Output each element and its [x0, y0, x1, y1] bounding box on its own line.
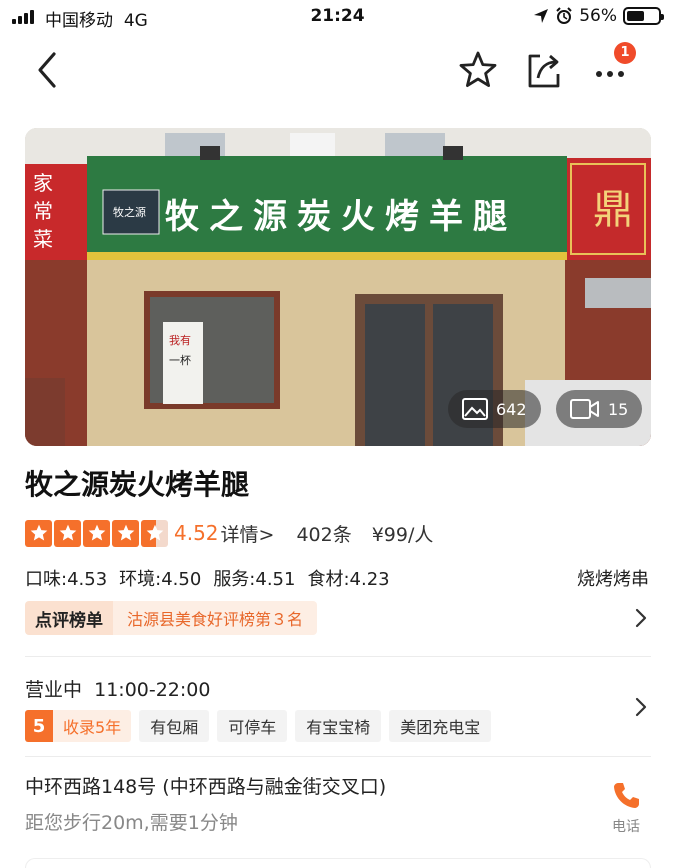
open-time: 11:00-22:00: [94, 679, 211, 701]
sub-scores: 口味:4.53 环境:4.50 服务:4.51 食材:4.23: [25, 565, 402, 591]
svg-text:菜: 菜: [33, 227, 53, 251]
star-filled-icon: [54, 519, 81, 547]
divider: [25, 756, 651, 757]
star-half-icon: [141, 519, 168, 547]
battery-icon: [623, 7, 664, 25]
facility-tags: 5 收录5年 有包厢 可停车 有宝宝椅 美团充电宝: [25, 710, 492, 742]
video-count-button[interactable]: 15: [556, 390, 643, 428]
chevron-right-icon[interactable]: [634, 697, 648, 717]
star-filled-icon: [83, 519, 110, 547]
rating-row: 4.52 详情> 402条 ¥99/人: [25, 518, 433, 548]
alarm-icon: [556, 7, 572, 24]
facility-baby-chair: 有宝宝椅: [295, 710, 382, 742]
facility-parking: 可停车: [217, 710, 288, 742]
phone-button[interactable]: 电话: [603, 780, 649, 836]
business-hours: 营业中 11:00-22:00: [25, 675, 210, 702]
open-status: 营业中: [25, 679, 83, 701]
star-filled-icon: [25, 519, 52, 547]
phone-label: 电话: [612, 819, 640, 835]
score-ingredients: 食材:4.23: [307, 569, 390, 590]
svg-text:我有: 我有: [169, 333, 191, 347]
svg-text:一杯: 一杯: [169, 353, 191, 367]
rating-detail-link[interactable]: 详情>: [221, 520, 275, 547]
listed-years-tag: 5 收录5年: [25, 710, 132, 742]
svg-text:鼎: 鼎: [593, 187, 633, 233]
svg-text:家: 家: [33, 171, 53, 195]
review-count[interactable]: 402条: [296, 520, 351, 547]
walking-distance: 距您步行20m,需要1分钟: [25, 812, 238, 834]
top-nav: 1: [0, 40, 675, 100]
status-bar: 中国移动 4G 21:24 56%: [0, 0, 675, 34]
location-arrow-icon: [534, 9, 549, 23]
listed-years-number: 5: [25, 710, 53, 742]
image-icon: [462, 398, 488, 420]
storefront-photo[interactable]: 家 常 菜 鼎 牧之源 牧之源炭火烤羊腿 我有 一杯: [25, 128, 651, 446]
listed-years-text: 收录5年: [53, 710, 132, 742]
star-rating: [25, 519, 168, 547]
photo-count: 642: [496, 399, 527, 419]
star-outline-icon[interactable]: [456, 48, 500, 92]
back-arrow-icon[interactable]: [26, 48, 70, 92]
storefront-illustration: 家 常 菜 鼎 牧之源 牧之源炭火烤羊腿 我有 一杯: [25, 128, 651, 446]
shop-address[interactable]: 中环西路148号 (中环西路与融金街交叉口): [25, 772, 386, 799]
chevron-right-icon[interactable]: [634, 608, 648, 628]
svg-text:牧之源炭火烤羊腿: 牧之源炭火烤羊腿: [165, 197, 517, 237]
price-per-person: ¥99/人: [371, 523, 434, 546]
share-icon[interactable]: [522, 48, 566, 92]
rating-score: 4.52: [174, 521, 219, 545]
shop-category: 烧烤烤串: [577, 569, 649, 590]
facility-power-bank: 美团充电宝: [389, 710, 492, 742]
next-section-card: [25, 858, 651, 868]
phone-icon: [614, 783, 639, 808]
svg-text:牧之源: 牧之源: [113, 205, 146, 219]
ranking-banner[interactable]: 点评榜单 沽源县美食好评榜第３名: [25, 601, 318, 635]
video-count: 15: [608, 399, 629, 419]
battery-percent: 56%: [579, 6, 617, 26]
star-filled-icon: [112, 519, 139, 547]
video-camera-icon: [570, 399, 599, 419]
notification-badge: 1: [614, 42, 636, 64]
score-taste: 口味:4.53: [25, 569, 108, 590]
photo-count-button[interactable]: 642: [448, 390, 541, 428]
score-environment: 环境:4.50: [119, 569, 202, 590]
score-service: 服务:4.51: [213, 569, 296, 590]
divider: [25, 656, 651, 657]
facility-private-room: 有包厢: [139, 710, 210, 742]
svg-text:常: 常: [33, 199, 53, 223]
ranking-tag: 点评榜单: [25, 601, 113, 635]
shop-name: 牧之源炭火烤羊腿: [25, 468, 250, 501]
ranking-text: 沽源县美食好评榜第３名: [113, 601, 318, 635]
